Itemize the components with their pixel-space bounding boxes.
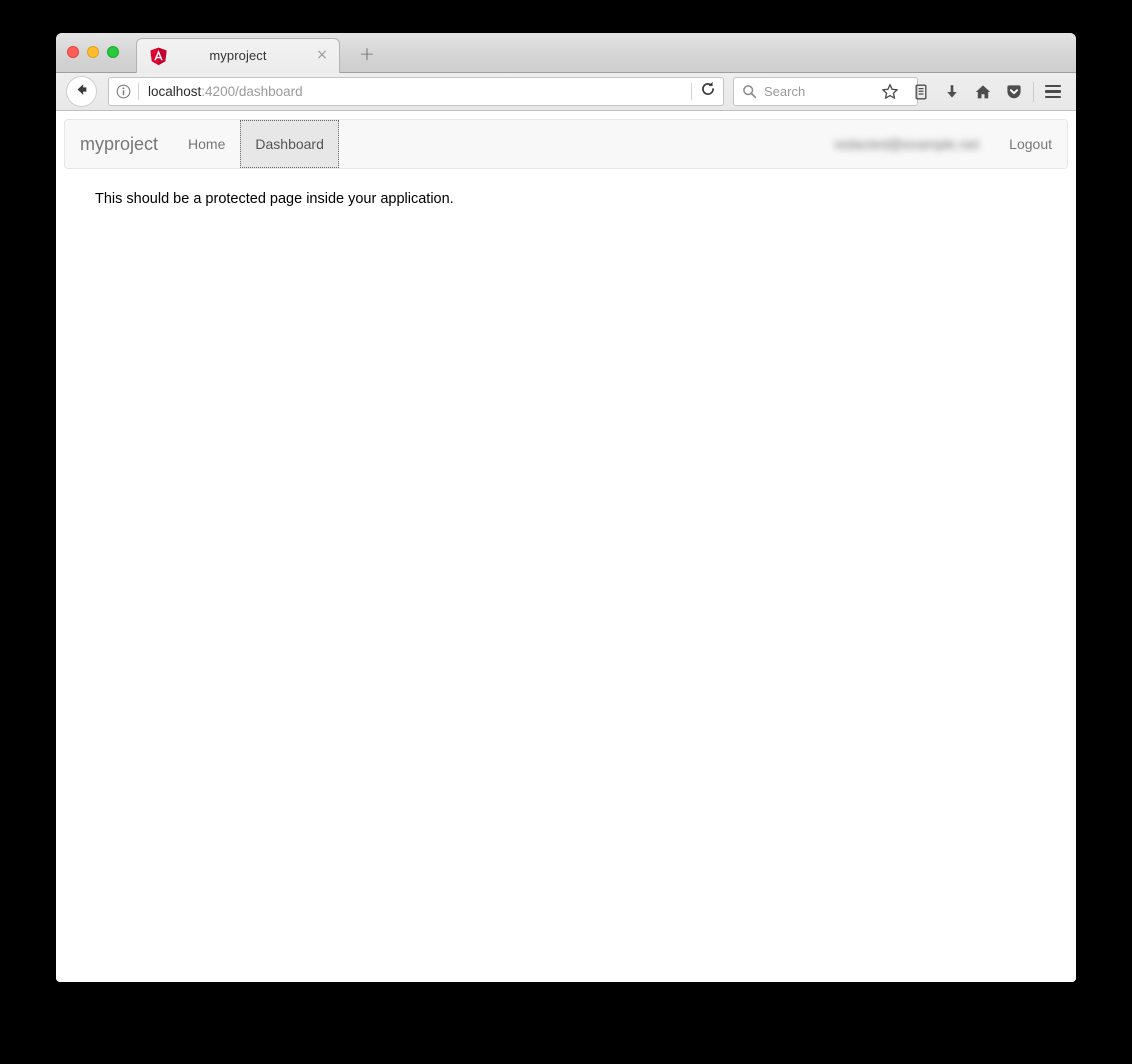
reload-area <box>691 78 723 105</box>
navbar-right: redacted@example.net Logout <box>819 120 1067 168</box>
url-host: localhost <box>148 84 202 99</box>
logout-link[interactable]: Logout <box>994 120 1067 168</box>
new-tab-button[interactable]: + <box>356 44 378 66</box>
url-bar[interactable]: localhost:4200/dashboard <box>108 77 724 106</box>
url-path: :4200/dashboard <box>201 84 303 99</box>
browser-window: myproject × + localhost:4200/dashboard S… <box>56 33 1076 982</box>
page-body: This should be a protected page inside y… <box>56 169 1076 207</box>
browser-tab-strip: myproject × + <box>56 33 1076 73</box>
reload-button[interactable] <box>692 78 723 105</box>
nav-item-dashboard[interactable]: Dashboard <box>240 120 339 168</box>
close-icon[interactable]: × <box>315 48 329 63</box>
hamburger-menu-icon[interactable] <box>1038 73 1068 111</box>
home-icon[interactable] <box>967 73 998 111</box>
back-button[interactable] <box>66 76 97 107</box>
browser-toolbar-icons <box>874 73 1068 110</box>
protected-page-message: This should be a protected page inside y… <box>95 191 454 207</box>
back-arrow-icon <box>73 81 90 103</box>
page-info-icon[interactable] <box>116 84 131 99</box>
browser-nav-toolbar: localhost:4200/dashboard Search <box>56 73 1076 111</box>
search-icon <box>742 84 757 99</box>
pocket-icon[interactable] <box>998 73 1029 111</box>
url-text: localhost:4200/dashboard <box>148 84 303 99</box>
url-divider <box>138 83 139 100</box>
window-traffic-lights <box>67 46 119 58</box>
downloads-icon[interactable] <box>936 73 967 111</box>
browser-tab[interactable]: myproject × <box>136 38 340 73</box>
browser-tab-title: myproject <box>209 48 267 63</box>
toolbar-divider <box>1033 81 1034 102</box>
bookmark-star-icon[interactable] <box>874 73 905 111</box>
reload-icon <box>700 81 716 102</box>
search-input[interactable]: Search <box>764 84 805 99</box>
app-navbar: myproject Home Dashboard redacted@exampl… <box>64 119 1068 169</box>
window-minimize-button[interactable] <box>87 46 99 58</box>
window-close-button[interactable] <box>67 46 79 58</box>
navbar-brand[interactable]: myproject <box>65 120 173 168</box>
navbar-links: Home Dashboard <box>173 120 339 168</box>
window-zoom-button[interactable] <box>107 46 119 58</box>
user-email-label: redacted@example.net <box>834 136 980 152</box>
library-icon[interactable] <box>905 73 936 111</box>
page-viewport: myproject Home Dashboard redacted@exampl… <box>56 111 1076 980</box>
nav-item-home[interactable]: Home <box>173 120 240 168</box>
